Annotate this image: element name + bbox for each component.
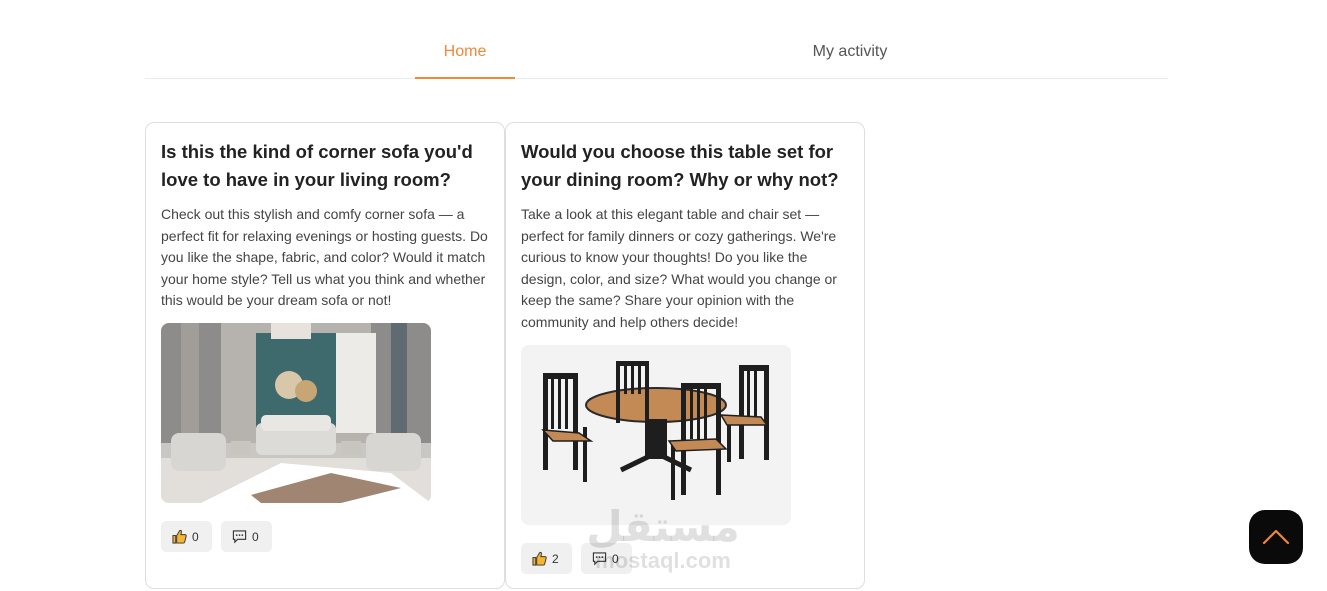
comment-icon — [592, 552, 607, 566]
post-image[interactable] — [161, 323, 431, 503]
post-image[interactable] — [521, 345, 791, 525]
post-card: Would you choose this table set for your… — [505, 122, 865, 589]
tab-bar: Home My activity — [145, 0, 1168, 79]
comment-count: 0 — [612, 551, 619, 566]
thumbs-up-icon — [532, 551, 547, 566]
like-button[interactable]: 2 — [521, 543, 572, 574]
post-body: Check out this stylish and comfy corner … — [161, 206, 488, 309]
post-body: Take a look at this elegant table and ch… — [521, 206, 837, 330]
dining-table-set-photo — [521, 345, 791, 525]
comment-button[interactable]: 0 — [221, 521, 272, 552]
like-count: 2 — [552, 551, 559, 566]
post-title[interactable]: Is this the kind of corner sofa you'd lo… — [161, 138, 481, 194]
thumbs-up-icon — [172, 529, 187, 544]
post-title[interactable]: Would you choose this table set for your… — [521, 138, 841, 194]
comment-button[interactable]: 0 — [581, 543, 632, 574]
like-count: 0 — [192, 529, 199, 544]
post-card: Is this the kind of corner sofa you'd lo… — [145, 122, 505, 589]
like-button[interactable]: 0 — [161, 521, 212, 552]
comment-icon — [232, 530, 247, 544]
tab-my-activity[interactable]: My activity — [785, 43, 915, 79]
comment-count: 0 — [252, 529, 259, 544]
post-actions: 2 0 — [521, 543, 632, 574]
tab-home[interactable]: Home — [415, 43, 515, 79]
post-actions: 0 0 — [161, 521, 272, 552]
living-room-sofa-photo — [161, 323, 431, 503]
chevron-up-icon — [1262, 529, 1290, 545]
scroll-to-top-button[interactable] — [1249, 510, 1303, 564]
